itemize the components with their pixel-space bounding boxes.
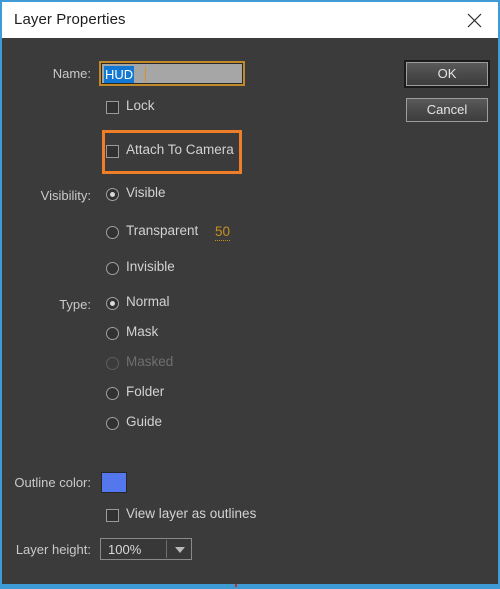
radio-folder[interactable] <box>106 387 119 400</box>
radio-mask[interactable] <box>106 327 119 340</box>
radio-guide-label: Guide <box>126 414 163 429</box>
playhead-tick <box>235 584 237 587</box>
outline-color-swatch[interactable] <box>101 472 127 493</box>
name-input-inner: HUD <box>101 63 243 84</box>
window-title: Layer Properties <box>14 11 126 28</box>
lock-checkbox[interactable] <box>106 101 119 114</box>
lock-label: Lock <box>126 98 155 113</box>
view-layer-as-outlines-label: View layer as outlines <box>126 506 257 521</box>
dropdown-separator <box>166 540 167 558</box>
radio-masked <box>106 357 119 370</box>
layer-properties-dialog: Layer Properties Name: HUD Lock Attach T… <box>0 0 500 589</box>
chevron-down-icon <box>175 547 185 553</box>
text-caret <box>145 67 146 82</box>
type-label: Type: <box>59 297 91 312</box>
radio-mask-label: Mask <box>126 324 159 339</box>
radio-transparent[interactable] <box>106 226 119 239</box>
visibility-label: Visibility: <box>40 188 91 203</box>
layer-height-dropdown[interactable]: 100% <box>100 538 192 560</box>
attach-to-camera-checkbox[interactable] <box>106 145 119 158</box>
cancel-button[interactable]: Cancel <box>406 98 488 122</box>
radio-normal[interactable] <box>106 297 119 310</box>
transparency-value[interactable]: 50 <box>215 224 231 241</box>
radio-invisible[interactable] <box>106 262 119 275</box>
title-bar: Layer Properties <box>2 2 498 38</box>
dialog-body: Name: HUD Lock Attach To Camera Visibili… <box>2 38 498 587</box>
radio-invisible-label: Invisible <box>126 259 175 274</box>
name-input-value: HUD <box>104 66 135 83</box>
radio-visible-label: Visible <box>126 185 166 200</box>
ok-button[interactable]: OK <box>404 60 490 88</box>
name-input[interactable]: HUD <box>99 61 245 86</box>
radio-normal-label: Normal <box>126 294 170 309</box>
close-icon[interactable] <box>454 4 494 36</box>
layer-height-label: Layer height: <box>15 542 91 557</box>
bottom-accent-rail <box>2 584 498 587</box>
attach-to-camera-label: Attach To Camera <box>126 142 234 157</box>
radio-transparent-label: Transparent <box>126 223 199 238</box>
radio-guide[interactable] <box>106 417 119 430</box>
layer-height-value: 100% <box>108 542 142 557</box>
radio-folder-label: Folder <box>126 384 165 399</box>
radio-masked-label: Masked <box>126 354 174 369</box>
outline-color-label: Outline color: <box>14 475 91 490</box>
name-label: Name: <box>52 66 91 81</box>
view-layer-as-outlines-checkbox[interactable] <box>106 509 119 522</box>
radio-visible[interactable] <box>106 188 119 201</box>
